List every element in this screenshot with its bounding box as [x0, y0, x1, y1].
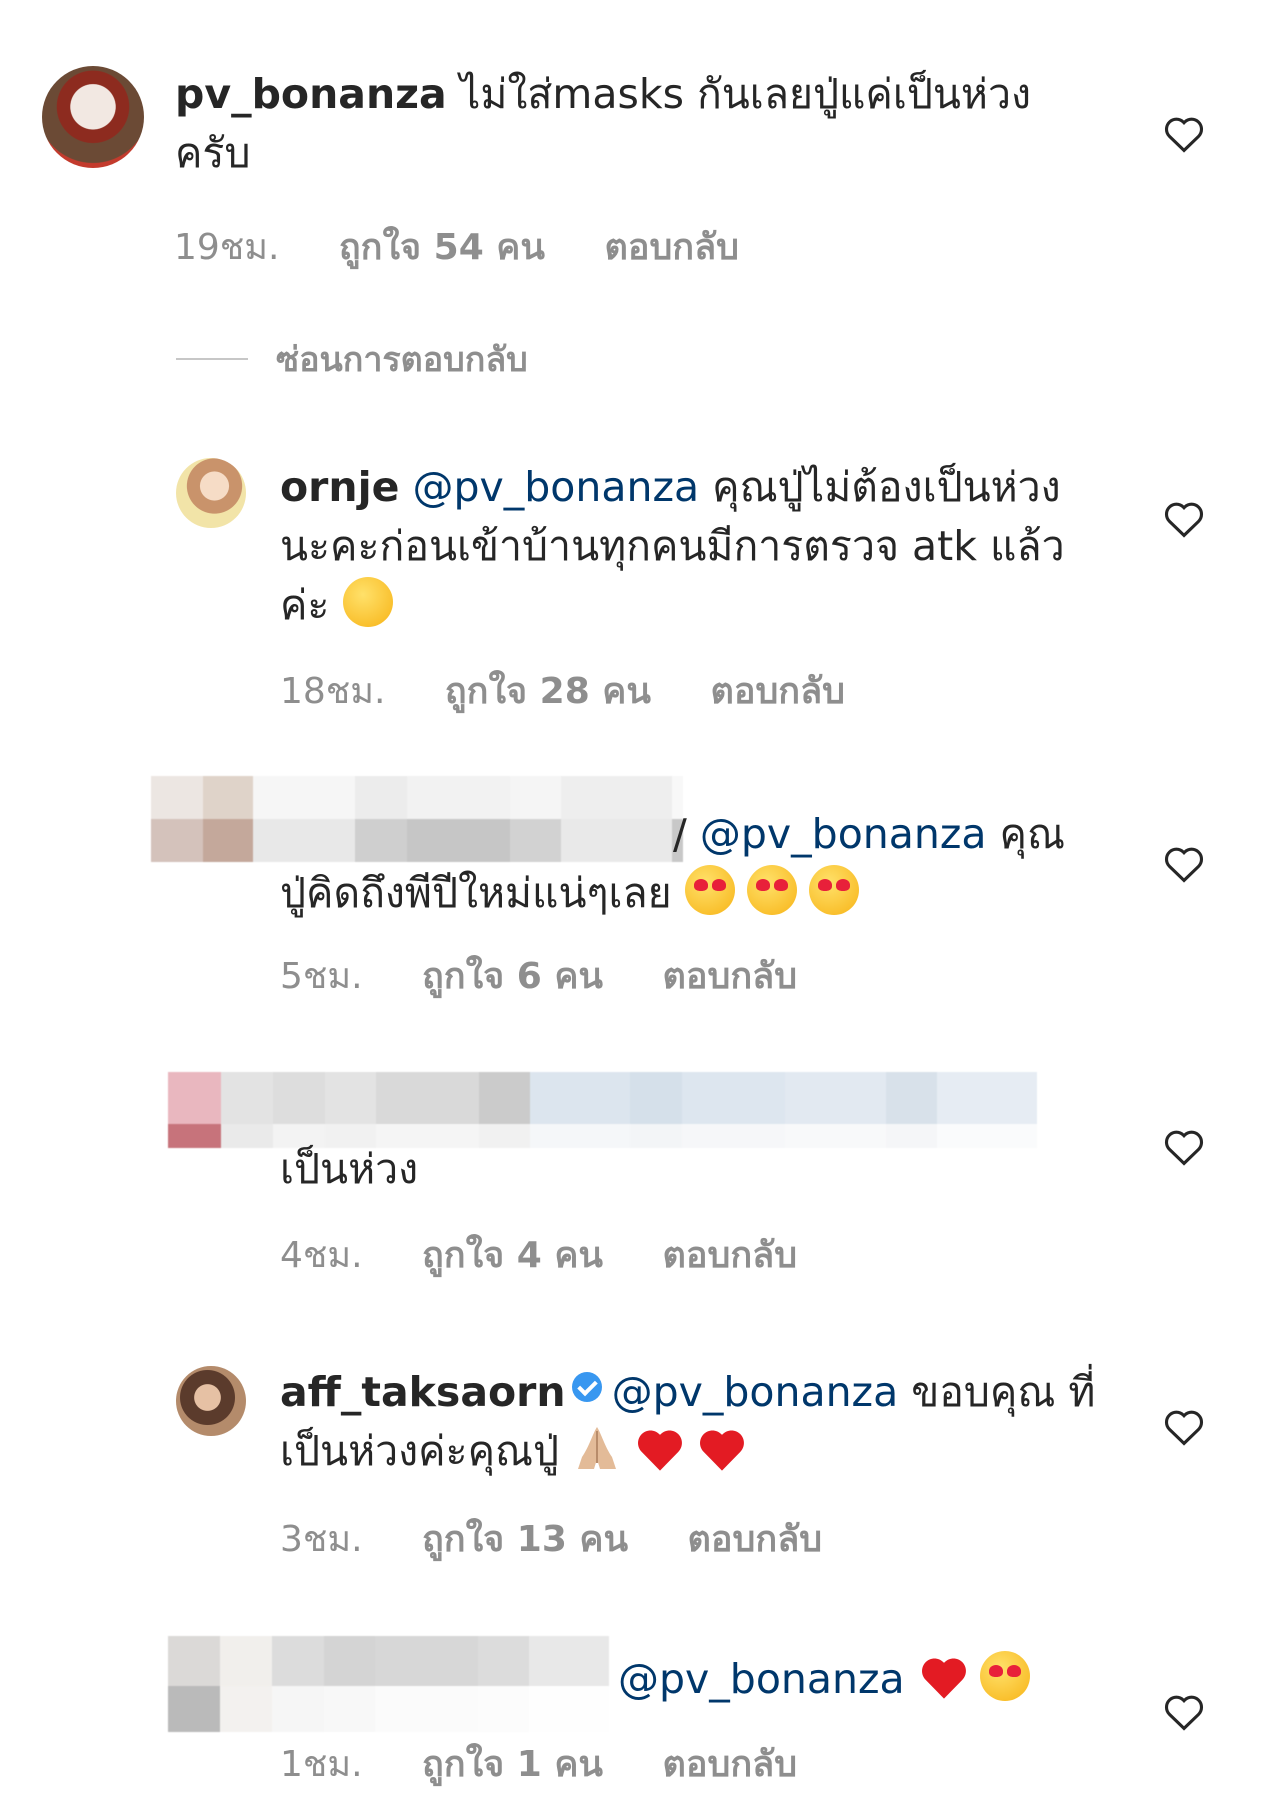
hide-replies-label: ซ่อนการตอบกลับ [276, 340, 528, 380]
heart-eyes-emoji-icon [684, 865, 735, 915]
mention-link[interactable]: @pv_bonanza [700, 810, 987, 858]
reply-button[interactable]: ตอบกลับ [663, 1744, 798, 1785]
username[interactable]: aff_taksaorn [280, 1368, 566, 1416]
likes-count[interactable]: ถูกใจ 28 คน [445, 671, 651, 712]
blurred-username [168, 1636, 609, 1732]
comment-meta: 4ชม. ถูกใจ 4 คน ตอบกลับ [280, 1226, 845, 1283]
timestamp: 1ชม. [280, 1744, 363, 1785]
username[interactable]: ornje [280, 463, 399, 511]
red-heart-emoji-icon [918, 1653, 968, 1703]
comment-text: / @pv_bonanza คุณ ปู่คิดถึงพีปีใหม่แน่ๆเ… [280, 805, 1100, 923]
comment-meta: 1ชม. ถูกใจ 1 คน ตอบกลับ [280, 1735, 845, 1792]
comment-text: @pv_bonanza [618, 1650, 1118, 1709]
comment-meta: 19ชม. ถูกใจ 54 คน ตอบกลับ [174, 218, 787, 275]
likes-count[interactable]: ถูกใจ 6 คน [422, 956, 603, 997]
verified-badge-icon [571, 1372, 602, 1402]
username-fragment: / [673, 810, 687, 858]
comment-text: ornje @pv_bonanza คุณปู่ไม่ต้องเป็นห่วง … [280, 458, 1100, 635]
mention-link[interactable]: @pv_bonanza [618, 1655, 905, 1703]
heart-eyes-emoji-icon [746, 865, 797, 915]
comment-meta: 3ชม. ถูกใจ 13 คน ตอบกลับ [280, 1510, 870, 1567]
comment-text: เป็นห่วง [280, 1140, 1100, 1199]
avatar-pv-bonanza[interactable] [42, 66, 144, 168]
mention-link[interactable]: @pv_bonanza [612, 1368, 899, 1416]
timestamp: 3ชม. [280, 1519, 363, 1560]
likes-count[interactable]: ถูกใจ 4 คน [422, 1235, 603, 1276]
comment-meta: 5ชม. ถูกใจ 6 คน ตอบกลับ [280, 947, 845, 1004]
heart-icon[interactable] [1163, 115, 1205, 153]
heart-icon[interactable] [1163, 1128, 1205, 1166]
timestamp: 4ชม. [280, 1235, 363, 1276]
heart-icon[interactable] [1163, 845, 1205, 883]
comment-text: aff_taksaorn @pv_bonanza ขอบคุณ ที่เป็นห่… [280, 1363, 1100, 1481]
username[interactable]: pv_bonanza [175, 70, 447, 118]
reply-button[interactable]: ตอบกลับ [663, 956, 798, 997]
heart-icon[interactable] [1163, 1408, 1205, 1446]
hide-replies-button[interactable]: ซ่อนการตอบกลับ [176, 332, 528, 386]
mention-link[interactable]: @pv_bonanza [412, 463, 699, 511]
heart-icon[interactable] [1163, 1693, 1205, 1731]
reply-button[interactable]: ตอบกลับ [688, 1519, 823, 1560]
likes-count[interactable]: ถูกใจ 1 คน [422, 1744, 603, 1785]
timestamp: 18ชม. [280, 671, 386, 712]
red-heart-emoji-icon [696, 1425, 746, 1475]
likes-count[interactable]: ถูกใจ 13 คน [422, 1519, 628, 1560]
avatar-ornje[interactable] [176, 458, 246, 528]
smiling-emoji-icon [342, 577, 393, 627]
red-heart-emoji-icon [634, 1425, 684, 1475]
folded-hands-emoji-icon [572, 1423, 622, 1473]
heart-icon[interactable] [1163, 500, 1205, 538]
heart-eyes-emoji-icon [979, 1651, 1030, 1701]
blurred-username [168, 1072, 1037, 1148]
timestamp: 19ชม. [174, 227, 280, 268]
comment-body: เป็นห่วง [280, 1145, 419, 1193]
reply-button[interactable]: ตอบกลับ [604, 227, 739, 268]
comment-meta: 18ชม. ถูกใจ 28 คน ตอบกลับ [280, 662, 893, 719]
comment-text: pv_bonanza ไม่ใส่masks กันเลยปู่แค่เป็นห… [175, 65, 1075, 183]
timestamp: 5ชม. [280, 956, 363, 997]
likes-count[interactable]: ถูกใจ 54 คน [339, 227, 545, 268]
avatar-aff-taksaorn[interactable] [176, 1366, 246, 1436]
heart-eyes-emoji-icon [808, 865, 859, 915]
reply-button[interactable]: ตอบกลับ [710, 671, 845, 712]
reply-button[interactable]: ตอบกลับ [663, 1235, 798, 1276]
divider [176, 358, 248, 360]
